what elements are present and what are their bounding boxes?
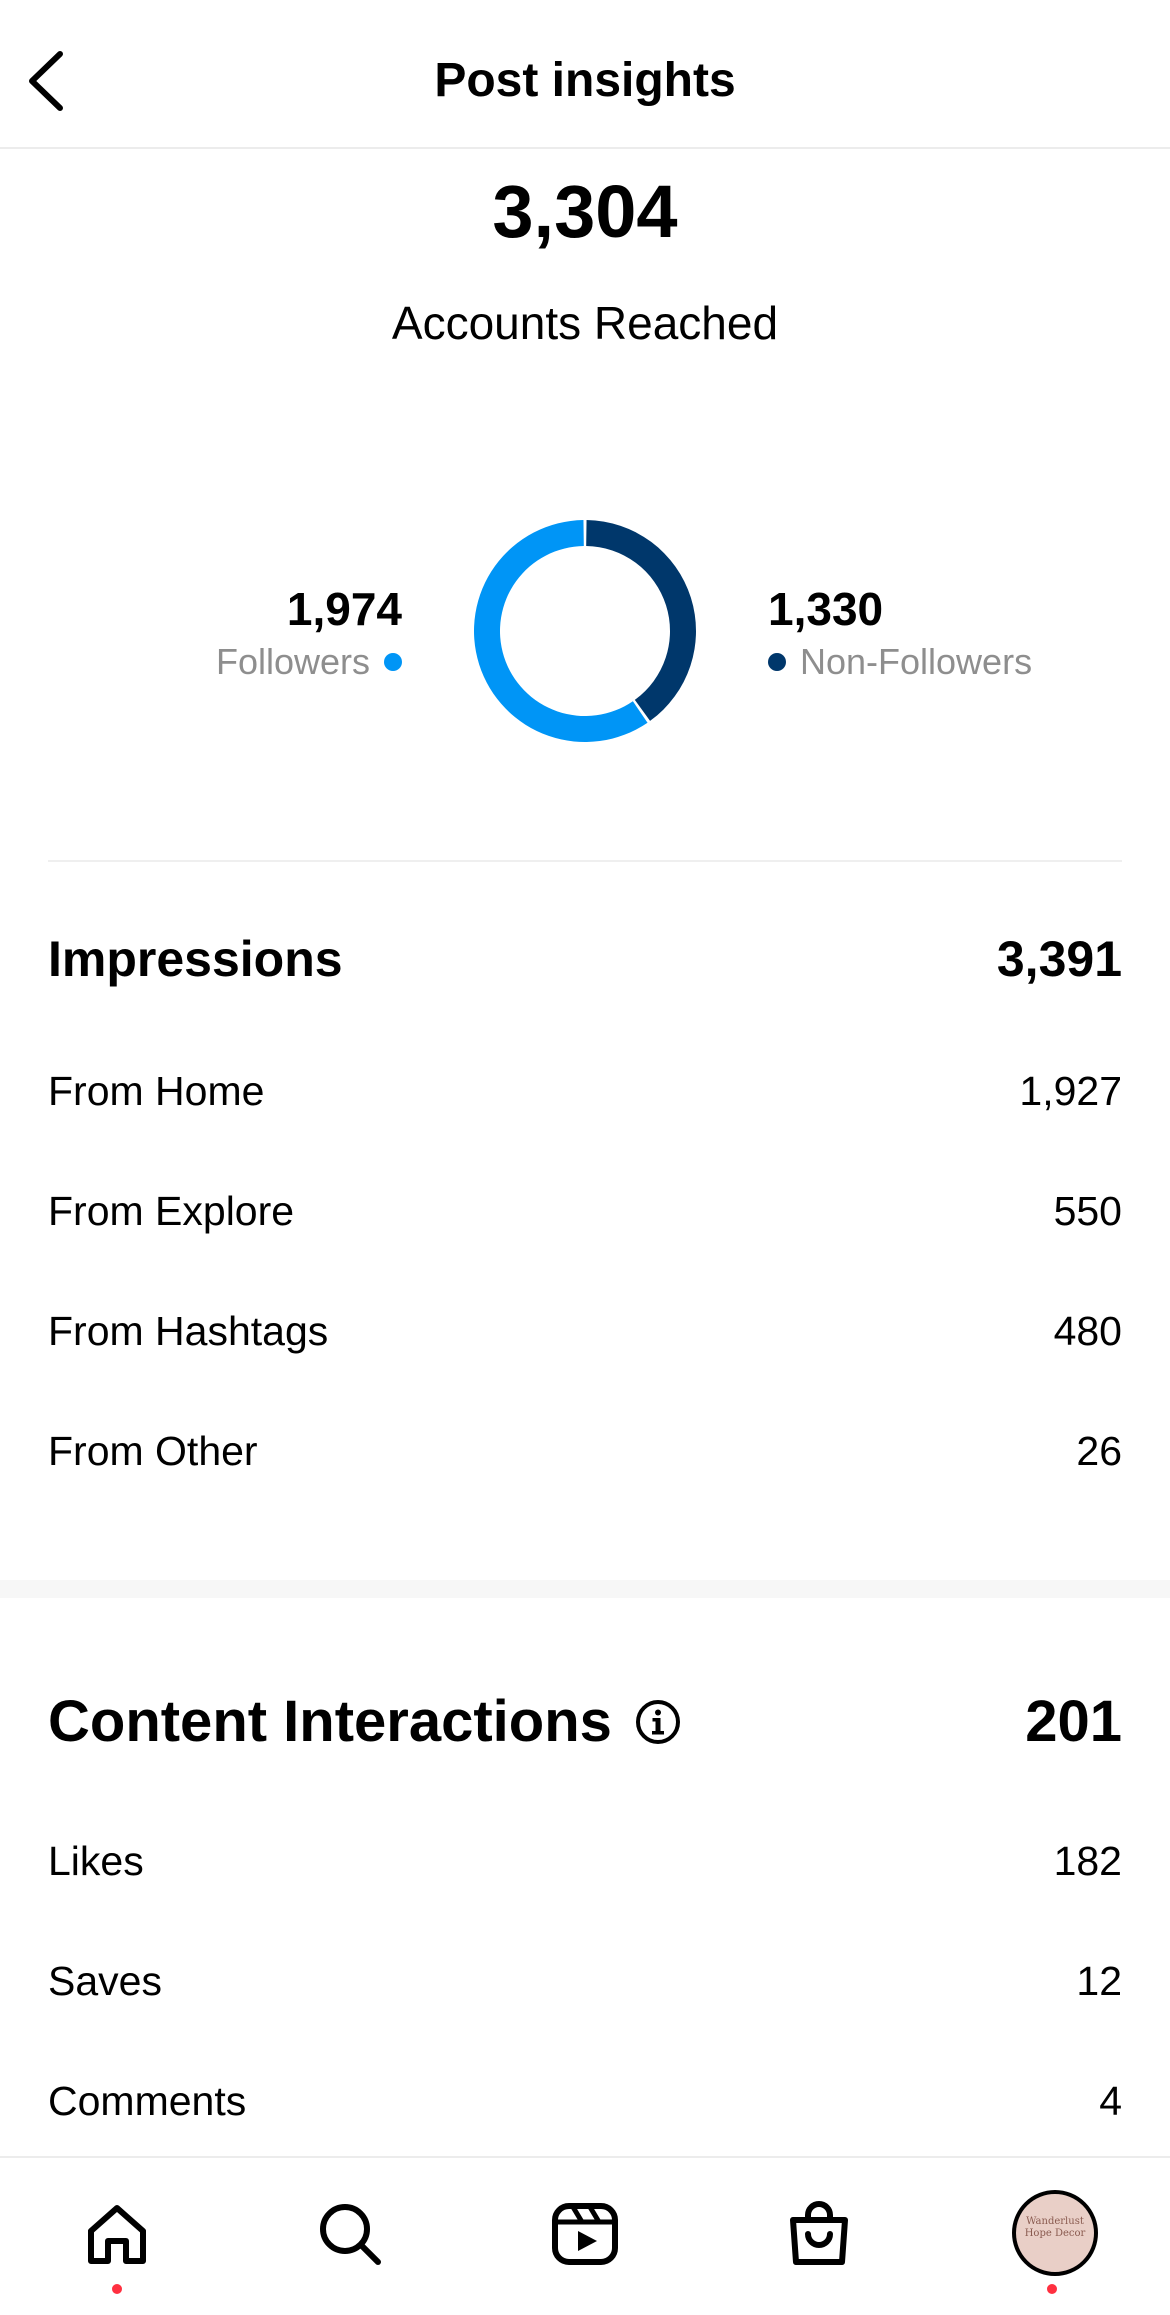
interactions-row-label: Comments [48,2078,247,2124]
impressions-total: 3,391 [996,931,1122,987]
impressions-row: From Explore 550 [48,1186,1122,1236]
tab-home[interactable] [81,2198,153,2270]
impressions-row-label: From Other [48,1428,258,1474]
donut-segment-non-followers [586,520,696,721]
followers-dot [384,653,402,671]
reels-icon [552,2203,618,2265]
interactions-row-label: Saves [48,1958,162,2004]
followers-label: Followers [215,641,370,682]
interactions-header: Content Interactions 201 [48,1688,1122,1756]
impressions-row-label: From Hashtags [48,1308,329,1354]
non-followers-dot [768,653,786,671]
profile-notification-dot [1047,2284,1057,2294]
interactions-row: Likes 182 [48,1836,1122,1886]
avatar-logo-text: Wanderlust Hope Decor [1024,2216,1086,2239]
impressions-row-label: From Explore [48,1188,295,1234]
interactions-row: Comments 4 [48,2076,1122,2126]
impressions-title: Impressions [48,931,343,987]
accounts-reached-label: Accounts Reached [391,297,779,349]
interactions-title-group: Content Interactions [48,1688,682,1756]
home-icon [88,2205,146,2264]
home-notification-dot [112,2284,122,2294]
interactions-row-value: 182 [1053,1838,1122,1884]
interactions-row-value: 12 [1076,1958,1122,2004]
interactions-row: Saves 12 [48,1956,1122,2006]
impressions-row: From Hashtags 480 [48,1306,1122,1356]
impressions-row-label: From Home [48,1068,265,1114]
impressions-row-value: 480 [1053,1308,1122,1354]
header-bar: Post insights [0,0,1170,149]
shop-icon [790,2201,848,2265]
followers-legend: Followers [216,640,402,684]
bottom-tab-bar: Wanderlust Hope Decor [0,2156,1170,2315]
search-icon [320,2204,381,2265]
reach-donut-chart [474,520,696,742]
impressions-row: From Home 1,927 [48,1066,1122,1116]
info-icon[interactable] [634,1698,682,1746]
tab-search[interactable] [314,2198,386,2270]
non-followers-legend: Non-Followers [768,640,1032,684]
page-title: Post insights [434,54,736,107]
followers-value: 1,974 [286,583,402,635]
impressions-row-value: 26 [1076,1428,1122,1474]
impressions-header[interactable]: Impressions 3,391 [48,929,1122,989]
impressions-row-value: 1,927 [1019,1068,1122,1114]
impressions-row: From Other 26 [48,1426,1122,1476]
non-followers-label: Non-Followers [800,641,1033,682]
tab-reels[interactable] [549,2198,621,2270]
tab-profile-avatar[interactable]: Wanderlust Hope Decor [1012,2190,1098,2276]
accounts-reached-total: 3,304 [492,170,678,253]
interactions-row-label: Likes [48,1838,144,1884]
impressions-row-value: 550 [1053,1188,1122,1234]
interactions-total: 201 [1025,1689,1122,1754]
non-followers-value: 1,330 [768,583,884,635]
interactions-row-value: 4 [1099,2078,1122,2124]
interactions-title: Content Interactions [48,1689,612,1754]
section-separator [0,1580,1170,1598]
tab-shop[interactable] [783,2198,855,2270]
section-divider [48,860,1122,862]
